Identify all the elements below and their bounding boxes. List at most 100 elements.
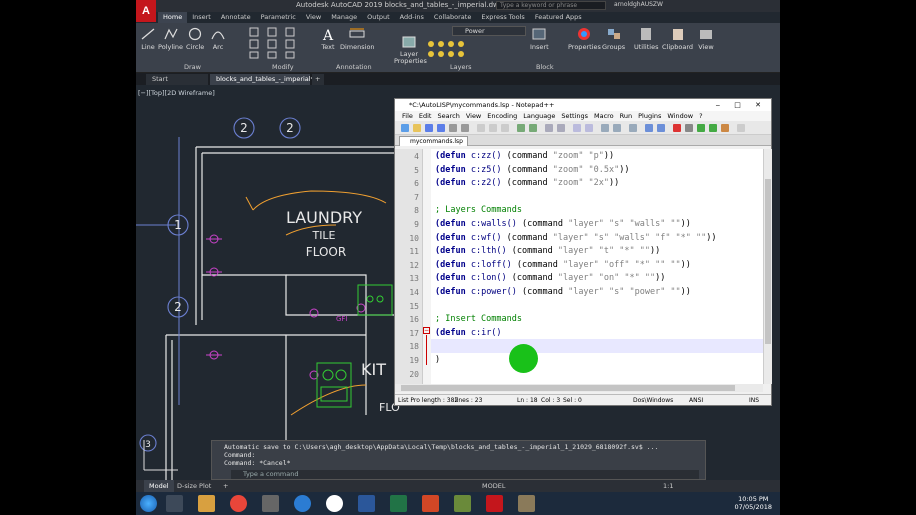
panel-modify[interactable]: Modify	[272, 63, 294, 71]
autocad-logo-icon[interactable]: A	[136, 0, 156, 22]
copy-icon[interactable]	[489, 124, 497, 132]
tab-start[interactable]: Start	[146, 74, 208, 85]
taskbar-app-icon[interactable]	[518, 495, 535, 512]
menu-file[interactable]: File	[399, 111, 416, 121]
user-name[interactable]: arnoldghAUSZW	[614, 1, 663, 8]
tab-collaborate[interactable]: Collaborate	[429, 12, 476, 23]
open-file-icon[interactable]	[413, 124, 421, 132]
insert-button[interactable]: Insert	[530, 27, 549, 51]
utilities-button[interactable]: Utilities	[634, 27, 658, 51]
text-button[interactable]: A Text	[320, 27, 336, 51]
save-icon[interactable]	[425, 124, 433, 132]
file-explorer-icon[interactable]	[198, 495, 215, 512]
sync-icon[interactable]	[601, 124, 609, 132]
menu-run[interactable]: Run	[617, 111, 635, 121]
wrap-icon[interactable]	[613, 124, 621, 132]
menu-language[interactable]: Language	[520, 111, 558, 121]
save-macro-icon[interactable]	[721, 124, 729, 132]
tab-express-tools[interactable]: Express Tools	[476, 12, 529, 23]
modify-tools-icon[interactable]	[248, 26, 318, 60]
layer-properties-button[interactable]: Layer Properties	[394, 35, 427, 65]
tab-model[interactable]: Model	[144, 480, 174, 492]
layer-tools-icon[interactable]	[426, 39, 526, 59]
menu-search[interactable]: Search	[434, 111, 462, 121]
window-controls[interactable]: ‒ □ ✕	[716, 99, 767, 111]
circle-button[interactable]: Circle	[186, 27, 204, 51]
layer-dropdown[interactable]: Power	[452, 26, 526, 36]
taskbar-app-icon[interactable]	[166, 495, 183, 512]
tab-parametric[interactable]: Parametric	[256, 12, 301, 23]
menu-window[interactable]: Window	[664, 111, 696, 121]
panel-layers[interactable]: Layers	[450, 63, 472, 71]
scroll-thumb[interactable]	[765, 179, 771, 344]
scroll-thumb[interactable]	[401, 385, 735, 391]
internet-explorer-icon[interactable]	[294, 495, 311, 512]
word-icon[interactable]	[358, 495, 375, 512]
annotation-scale[interactable]: 1:1	[663, 480, 673, 492]
clipboard-button[interactable]: Clipboard	[662, 27, 693, 51]
polyline-button[interactable]: Polyline	[158, 27, 183, 51]
zoom-out-icon[interactable]	[585, 124, 593, 132]
save-all-icon[interactable]	[437, 124, 445, 132]
menu-edit[interactable]: Edit	[416, 111, 435, 121]
menu-view[interactable]: View	[463, 111, 484, 121]
code-editor[interactable]: 4 5 6 7 8 9 10 11 12 13 14 15 16 17 18 1…	[395, 149, 763, 384]
taskbar-app-icon[interactable]	[326, 495, 343, 512]
viewport-controls[interactable]: [−][Top][2D Wireframe]	[138, 89, 215, 97]
tab-insert[interactable]: Insert	[187, 12, 216, 23]
search-input[interactable]: Type a keyword or phrase	[496, 1, 606, 10]
stop-macro-icon[interactable]	[685, 124, 693, 132]
menu-encoding[interactable]: Encoding	[484, 111, 520, 121]
new-layout-button[interactable]: +	[218, 480, 233, 492]
extra-tool-icon[interactable]	[737, 124, 745, 132]
taskbar-app-icon[interactable]	[262, 495, 279, 512]
new-file-icon[interactable]	[401, 124, 409, 132]
start-button-icon[interactable]	[140, 495, 157, 512]
tab-layout[interactable]: D-size Plot	[172, 480, 216, 492]
excel-icon[interactable]	[390, 495, 407, 512]
properties-button[interactable]: Properties	[568, 27, 601, 51]
indent-guide-icon[interactable]	[629, 124, 637, 132]
tab-output[interactable]: Output	[362, 12, 395, 23]
chrome-icon[interactable]	[230, 495, 247, 512]
dimension-button[interactable]: Dimension	[340, 27, 375, 51]
tab-manage[interactable]: Manage	[326, 12, 362, 23]
powerpoint-icon[interactable]	[422, 495, 439, 512]
menu-help[interactable]: ?	[696, 111, 705, 121]
horizontal-scrollbar[interactable]	[395, 384, 763, 392]
new-tab-button[interactable]: +	[312, 74, 324, 85]
arc-button[interactable]: Arc	[210, 27, 226, 51]
function-list-icon[interactable]	[657, 124, 665, 132]
panel-annotation[interactable]: Annotation	[336, 63, 372, 71]
menu-macro[interactable]: Macro	[591, 111, 617, 121]
autocad-taskbar-icon[interactable]	[486, 495, 503, 512]
notepad-plus-plus-icon[interactable]	[454, 495, 471, 512]
command-input[interactable]: Type a command	[231, 470, 699, 479]
line-button[interactable]: Line	[140, 27, 156, 51]
menu-settings[interactable]: Settings	[558, 111, 591, 121]
fold-marker-icon[interactable]: −	[423, 327, 430, 334]
find-icon[interactable]	[545, 124, 553, 132]
panel-block[interactable]: Block	[536, 63, 554, 71]
groups-button[interactable]: Groups	[602, 27, 625, 51]
tab-annotate[interactable]: Annotate	[216, 12, 256, 23]
tab-drawing[interactable]: blocks_and_tables_-_imperial*	[210, 74, 314, 85]
vertical-scrollbar[interactable]	[763, 149, 772, 384]
tab-home[interactable]: Home	[158, 12, 188, 23]
print-icon[interactable]	[461, 124, 469, 132]
replace-icon[interactable]	[557, 124, 565, 132]
paste-icon[interactable]	[501, 124, 509, 132]
panel-draw[interactable]: Draw	[184, 63, 201, 71]
view-button[interactable]: View	[698, 27, 714, 51]
run-macro-icon[interactable]	[709, 124, 717, 132]
menu-plugins[interactable]: Plugins	[635, 111, 664, 121]
model-space-toggle[interactable]: MODEL	[482, 480, 505, 492]
zoom-in-icon[interactable]	[573, 124, 581, 132]
tab-view[interactable]: View	[301, 12, 326, 23]
redo-icon[interactable]	[529, 124, 537, 132]
record-macro-icon[interactable]	[673, 124, 681, 132]
close-file-icon[interactable]	[449, 124, 457, 132]
play-macro-icon[interactable]	[697, 124, 705, 132]
tab-addins[interactable]: Add-ins	[395, 12, 429, 23]
system-clock[interactable]: 10:05 PM 07/05/2018	[735, 495, 772, 511]
